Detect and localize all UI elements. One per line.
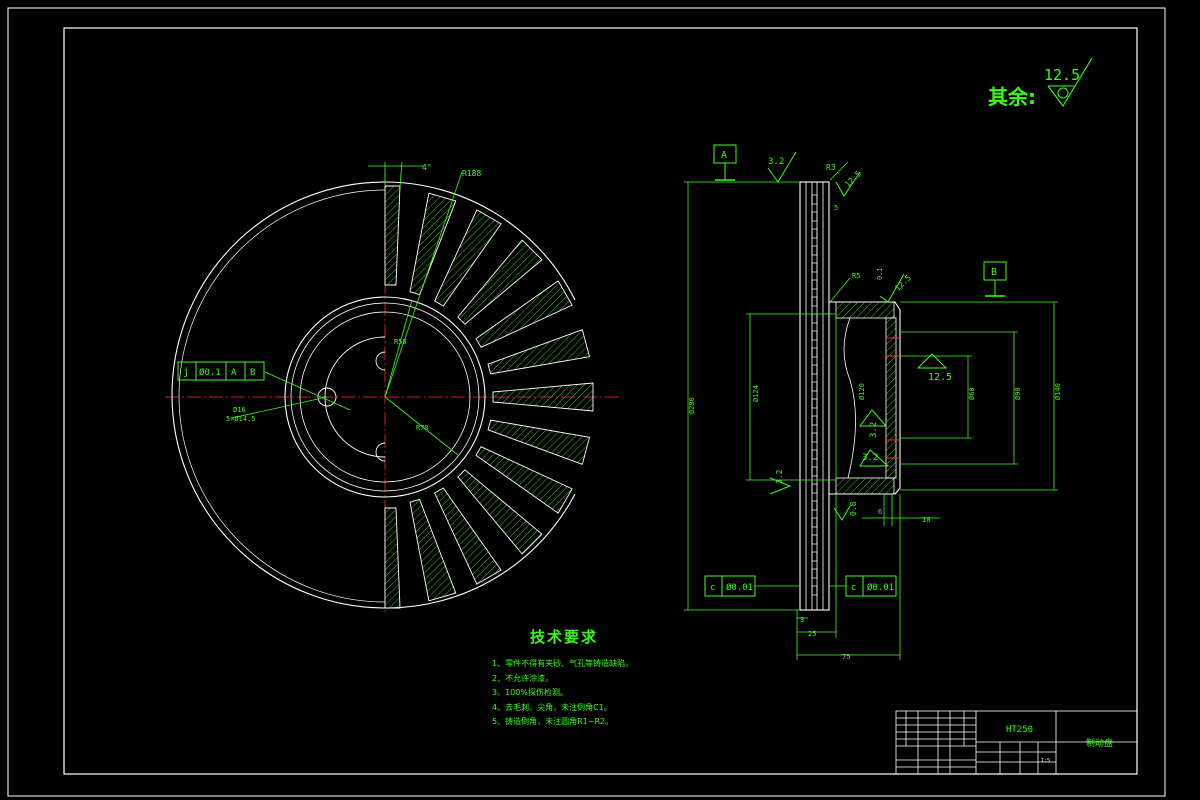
small-01: 0.1 xyxy=(876,267,884,280)
r188-label: R188 xyxy=(462,169,481,178)
dim-25: 25 xyxy=(808,630,816,638)
vent-tick xyxy=(811,585,818,596)
small-5: 5 xyxy=(834,204,838,212)
vent-tick xyxy=(811,551,818,562)
vent-tick xyxy=(811,262,818,273)
dim-75: 75 xyxy=(842,653,850,661)
r70-label: R70 xyxy=(416,424,429,432)
note-item: 4、去毛刺、尖角，未注倒角C1。 xyxy=(492,702,612,712)
position-tolerance-frame: j Ø0.1 A B xyxy=(177,361,265,381)
rough-top-right: 12.5 xyxy=(843,169,863,189)
rough-hub-top: 12.5 xyxy=(893,273,913,293)
vent-slot xyxy=(492,382,594,412)
chamfer-r3: R3 xyxy=(826,163,836,172)
vent-tick xyxy=(811,330,818,341)
rough-bore-a: 3.2 xyxy=(869,422,879,438)
general-roughness: 其余: 12.5 xyxy=(988,57,1093,109)
flat-right-symbol: c xyxy=(851,583,856,593)
tol-ref-b: B xyxy=(250,368,255,378)
vent-tick xyxy=(811,228,818,239)
scale: 1:5 xyxy=(1041,758,1050,764)
vent-tick xyxy=(811,517,818,528)
hub-hatch-bottom xyxy=(835,477,895,495)
part-name: 制动盘 xyxy=(1086,737,1113,749)
flatness-frame-right: c Ø0.01 xyxy=(829,575,897,597)
dim-10: 10 xyxy=(922,516,930,524)
dia-120: Ø120 xyxy=(858,383,866,400)
vent-tick xyxy=(811,483,818,494)
angle-label: 4° xyxy=(422,163,432,172)
note-item: 5、铸造倒角，未注圆角R1~R2。 xyxy=(492,717,614,726)
flat-right-value: Ø0.01 xyxy=(867,582,894,593)
vent-tick xyxy=(811,534,818,545)
flat-left-value: Ø0.01 xyxy=(726,582,753,593)
dia-60: Ø60 xyxy=(968,387,976,400)
section-view: A B 3.2 12.5 12.5 12.5 3.2 3.2 3.2 R3 R5… xyxy=(684,144,1062,661)
rough-bore-b: 3.2 xyxy=(862,453,878,463)
notes-list: 1、零件不得有夹砂、气孔等铸造缺陷。 2、不允许涂漆。 3、100%探伤检测。 … xyxy=(492,657,712,730)
hub-inner-curve xyxy=(843,317,856,479)
vent-tick xyxy=(811,364,818,375)
vent-tick xyxy=(811,568,818,579)
note-item: 2、不允许涂漆。 xyxy=(492,673,554,683)
vent-tick xyxy=(811,279,818,290)
leader-r58 xyxy=(384,299,413,398)
vent-tick xyxy=(811,415,818,426)
dia-140: Ø140 xyxy=(1054,383,1062,400)
dim-6: 6 xyxy=(878,508,882,516)
hub-hatch-wall xyxy=(885,317,897,479)
vent-tick xyxy=(811,245,818,256)
dia-90: Ø90 xyxy=(1014,387,1022,400)
dia-124: Ø124 xyxy=(752,385,760,402)
vent-tick xyxy=(811,432,818,443)
roughness-label: 其余: xyxy=(988,85,1036,109)
hole-dia-label: Ø16 xyxy=(233,406,246,414)
datum-a-label: A xyxy=(721,150,727,161)
vent-tick xyxy=(811,466,818,477)
flat-left-symbol: c xyxy=(710,583,715,593)
vent-tick xyxy=(811,381,818,392)
vent-ticks xyxy=(811,194,818,596)
vent-left-top xyxy=(384,185,401,286)
r58-label: R58 xyxy=(394,338,407,346)
dia-total: Ø280 xyxy=(688,397,696,414)
technical-requirements: 技术要求 1、零件不得有夹砂、气孔等铸造缺陷。 2、不允许涂漆。 3、100%探… xyxy=(492,626,712,730)
vent-tick xyxy=(811,398,818,409)
tol-value: Ø0.1 xyxy=(199,367,221,378)
note-item: 3、100%探伤检测。 xyxy=(492,688,568,697)
vent-tick xyxy=(811,347,818,358)
bolt-hole-bottom xyxy=(375,442,386,462)
hub-hatch-top xyxy=(835,301,895,319)
roughness-value: 12.5 xyxy=(1044,66,1080,84)
chamfer-r5: R5 xyxy=(852,272,860,280)
note-item: 1、零件不得有夹砂、气孔等铸造缺陷。 xyxy=(492,659,634,668)
disc-outer-left-2 xyxy=(178,189,386,603)
rough-left: 3.2 xyxy=(775,469,784,484)
vent-tick xyxy=(811,313,818,324)
part-code: HT250 xyxy=(1006,725,1033,735)
small-08: 0.8 xyxy=(849,501,858,516)
tol-symbol: j xyxy=(183,367,189,378)
leader-hole xyxy=(264,371,351,411)
disc-outer-left xyxy=(171,181,386,609)
bolt-hole-top xyxy=(375,351,386,371)
hole-pattern-label: 5×Ø14.5 xyxy=(226,415,256,423)
vent-tick xyxy=(811,500,818,511)
dim-3: 3 xyxy=(800,616,804,624)
vent-tick xyxy=(811,296,818,307)
front-view: 4° R188 R58 R70 Ø16 5×Ø14.5 j Ø0.1 A B xyxy=(165,161,620,612)
tol-ref-a: A xyxy=(231,368,237,378)
vent-left-bottom xyxy=(384,507,401,609)
rough-top: 3.2 xyxy=(768,157,784,167)
flatness-frame-left: c Ø0.01 xyxy=(704,575,800,597)
vent-tick xyxy=(811,211,818,222)
notes-title: 技术要求 xyxy=(530,628,599,646)
vent-tick xyxy=(811,194,818,205)
datum-b-label: B xyxy=(991,267,997,278)
vent-tick xyxy=(811,449,818,460)
rough-hub: 12.5 xyxy=(928,372,952,383)
